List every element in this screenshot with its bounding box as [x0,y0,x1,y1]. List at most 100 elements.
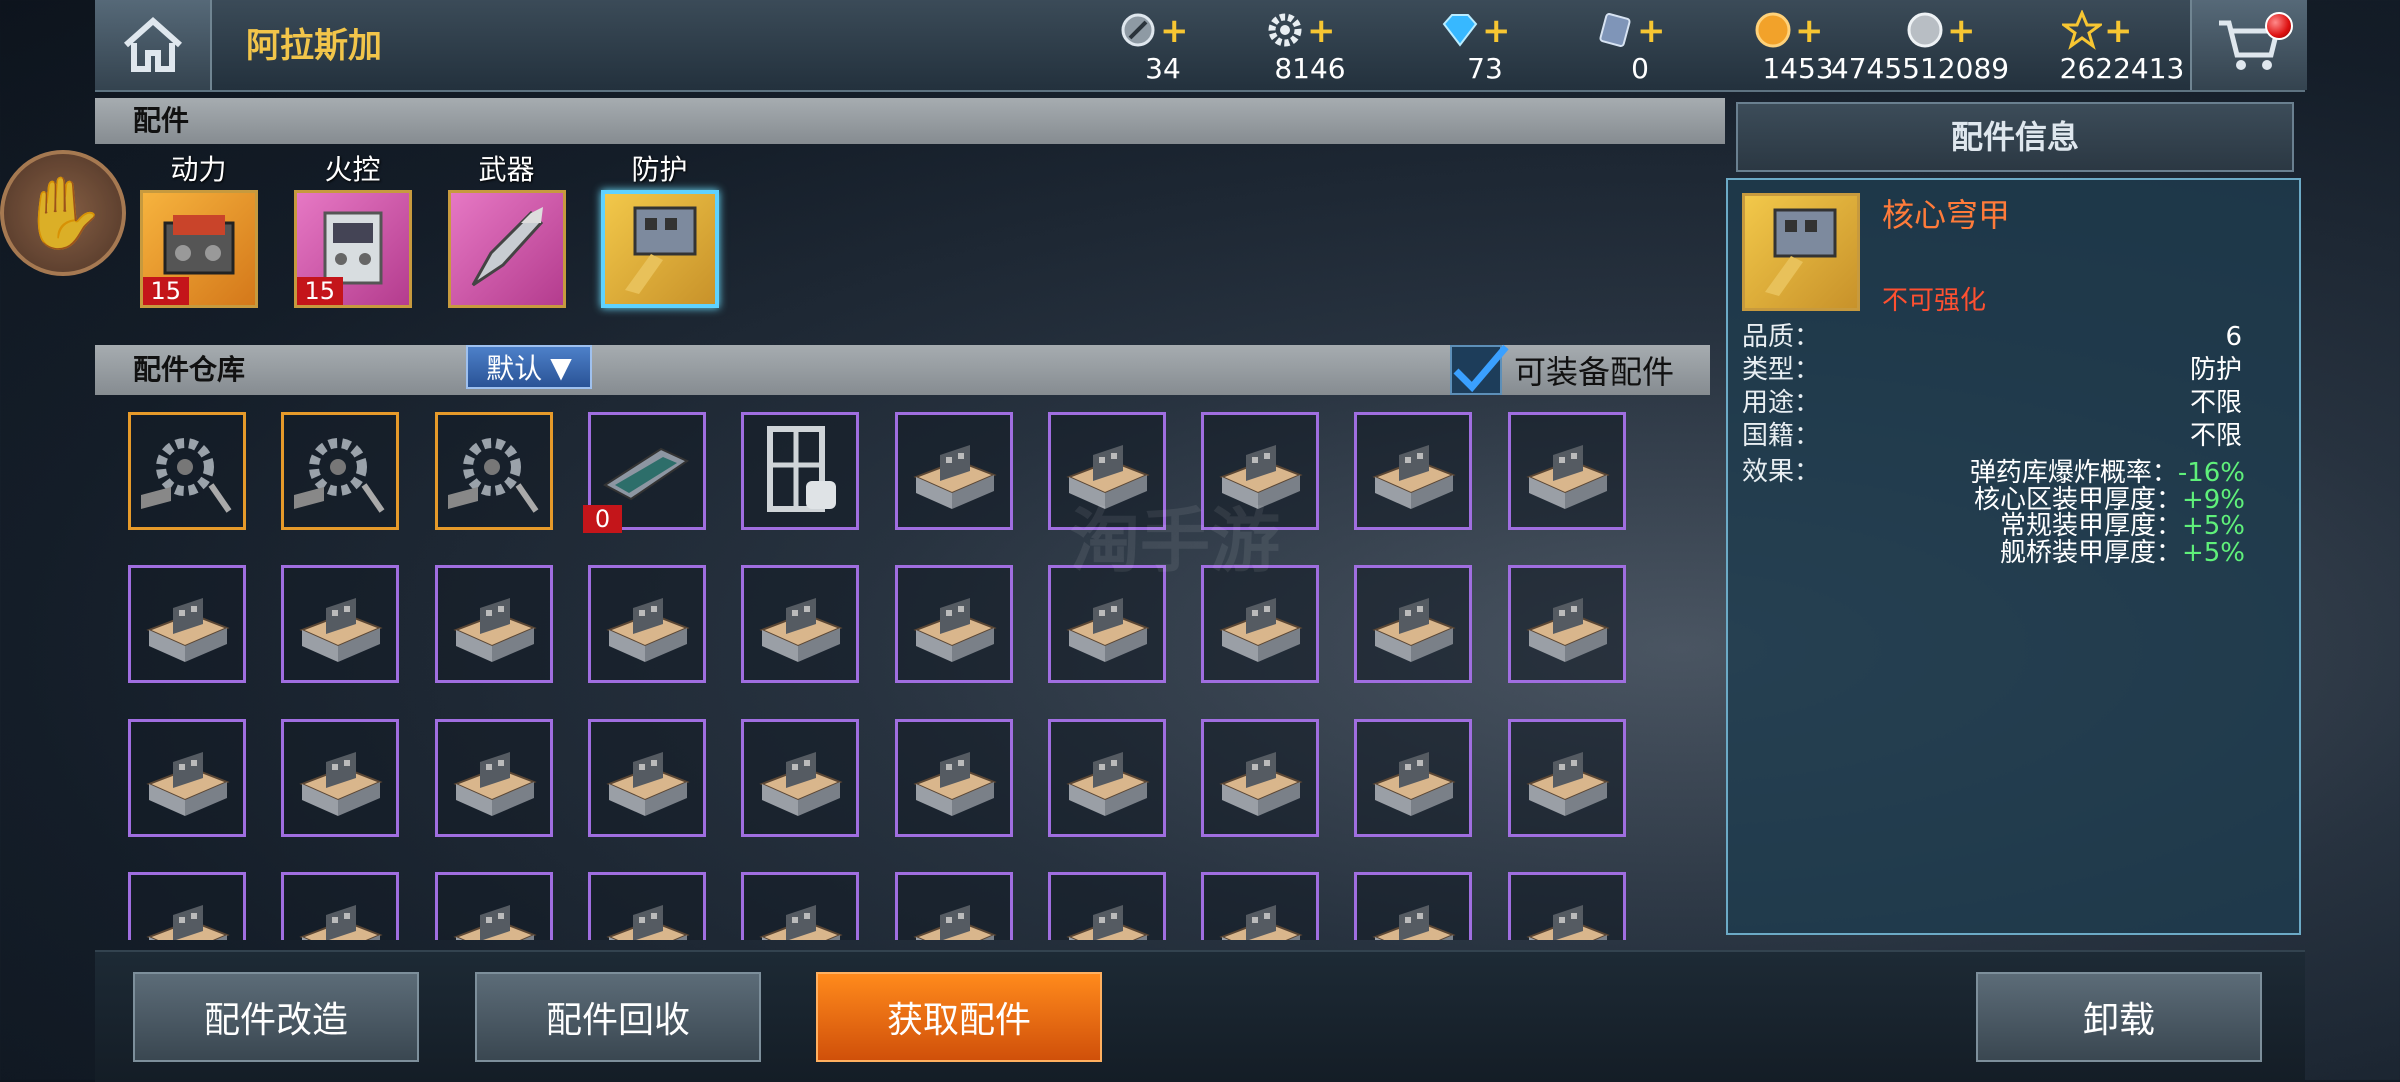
armor-plate-item[interactable] [434,565,553,684]
armor-plate-item[interactable] [1507,871,1626,940]
armor-plate-item[interactable] [1354,718,1473,837]
attr-nationality: 国籍： 不限 [1742,419,2242,453]
armor-plate-item[interactable] [1507,412,1626,530]
armor-plate-item[interactable] [128,565,246,684]
armor-plate-item[interactable] [894,871,1013,940]
armor-plate-item[interactable] [1507,565,1626,684]
attr-usage: 用途： 不限 [1742,386,2242,420]
sort-dropdown[interactable]: 默认 ▼ [466,345,592,389]
checkbox[interactable] [1450,344,1509,395]
armor-plate-item[interactable] [434,718,553,837]
armor-plate-item[interactable] [281,871,400,940]
armor-plate-item[interactable] [1047,718,1166,837]
ticket-icon [1599,13,1631,47]
bottom-bar [95,950,2305,1082]
armor-plate-item[interactable] [281,718,400,837]
resource-value: 73 [1467,52,1503,85]
category-label: 火控 [324,153,381,186]
resource-value: 2622413 [2059,52,2185,85]
count-badge: 0 [582,505,623,533]
hand-icon[interactable]: ✋ [0,150,126,276]
ship-name-title: 阿拉斯加 [246,26,382,66]
add-icon[interactable]: + [1160,14,1189,48]
info-panel-header: 配件信息 [1736,102,2294,172]
star-icon [2062,10,2102,50]
armor-plate-item[interactable] [1354,412,1473,530]
armor-plate-item[interactable] [741,871,860,940]
gear-item[interactable] [434,412,553,530]
home-button[interactable] [95,0,212,90]
category-label: 防护 [631,153,688,186]
category-protection[interactable]: 防护 [597,150,722,308]
armor-plate-item[interactable] [128,871,246,940]
add-icon[interactable]: + [2104,14,2133,48]
add-icon[interactable]: + [1637,14,1666,48]
modify-parts-button[interactable]: 配件改造 [133,972,419,1062]
attr-value: 不限 [2189,421,2242,451]
effect-value: -16% [2177,458,2245,488]
parts-grid: 0 [128,412,1638,940]
home-icon [123,16,182,72]
check-icon [1453,344,1509,393]
gear-item[interactable] [128,412,246,530]
unload-button[interactable]: 卸载 [1976,972,2262,1062]
armor-plate-item[interactable] [281,565,400,684]
recycle-parts-button[interactable]: 配件回收 [475,972,761,1062]
armor-plate-item[interactable] [894,412,1013,530]
obtain-parts-button[interactable]: 获取配件 [816,972,1102,1062]
enhance-status: 不可强化 [1882,286,1987,316]
add-icon[interactable]: + [1947,14,1976,48]
chevron-down-icon: ▼ [550,350,572,384]
gear-parts-icon [1268,13,1302,47]
resource-ticket[interactable]: + 0 [1595,4,1725,88]
armor-plate-item[interactable] [894,565,1013,684]
resource-value: 8146 [1274,52,1346,85]
resource-parts[interactable]: + 8146 [1265,4,1395,88]
armor-plate-item[interactable] [1354,871,1473,940]
resource-diamond[interactable]: + 73 [1440,4,1570,88]
armor-plate-item[interactable] [587,718,706,837]
effect-row: 常规装甲厚度：+5% [1900,513,2245,539]
attr-key: 类型： [1742,355,1821,385]
selected-armor-icon [1742,193,1860,311]
armor-plate-item[interactable] [1201,871,1320,940]
fire-control-icon: 15 [293,190,412,308]
effect-name: 常规装甲厚度： [1999,511,2182,541]
effect-row: 核心区装甲厚度：+9% [1900,487,2245,513]
armor-part-icon [600,190,719,308]
resource-value: 4745512089 [1830,52,2010,85]
resource-value: 34 [1145,52,1181,85]
resource-star[interactable]: + 2622413 [2060,4,2192,88]
add-icon[interactable]: + [1482,14,1511,48]
gear-item[interactable] [281,412,400,530]
category-weapon[interactable]: 武器 [444,150,569,308]
armor-plate-item[interactable] [1201,718,1320,837]
armor-plate-item[interactable] [741,718,860,837]
shop-cart-button[interactable] [2190,0,2307,90]
frame-item[interactable] [741,412,860,530]
armor-plate-item[interactable] [741,565,860,684]
sort-label: 默认 [486,352,543,385]
armor-plate-item[interactable] [587,565,706,684]
attr-quality: 品质： 6 [1742,320,2242,354]
attr-type: 类型： 防护 [1742,353,2242,387]
notification-dot [2265,12,2293,40]
add-icon[interactable]: + [1307,14,1336,48]
category-fire-control[interactable]: 火控 15 [290,150,415,308]
armor-plate-item[interactable] [128,718,246,837]
armor-plate-item[interactable] [434,871,553,940]
armor-plate-item[interactable] [1354,565,1473,684]
armor-plate-item[interactable] [1507,718,1626,837]
armor-plate-item[interactable] [587,871,706,940]
equippable-filter[interactable]: 可装备配件 [1450,344,1674,395]
level-badge: 15 [296,277,344,305]
item-name: 核心穹甲 [1882,196,2011,234]
shell-icon [447,190,566,308]
armor-plate-item[interactable] [1047,871,1166,940]
resource-silver[interactable]: + 4745512089 [1831,4,2035,88]
radar-item[interactable]: 0 [582,412,706,533]
add-icon[interactable]: + [1795,14,1824,48]
category-power[interactable]: 动力 15 [136,150,261,308]
armor-plate-item[interactable] [894,718,1013,837]
resource-fuel[interactable]: + 34 [1118,4,1248,88]
